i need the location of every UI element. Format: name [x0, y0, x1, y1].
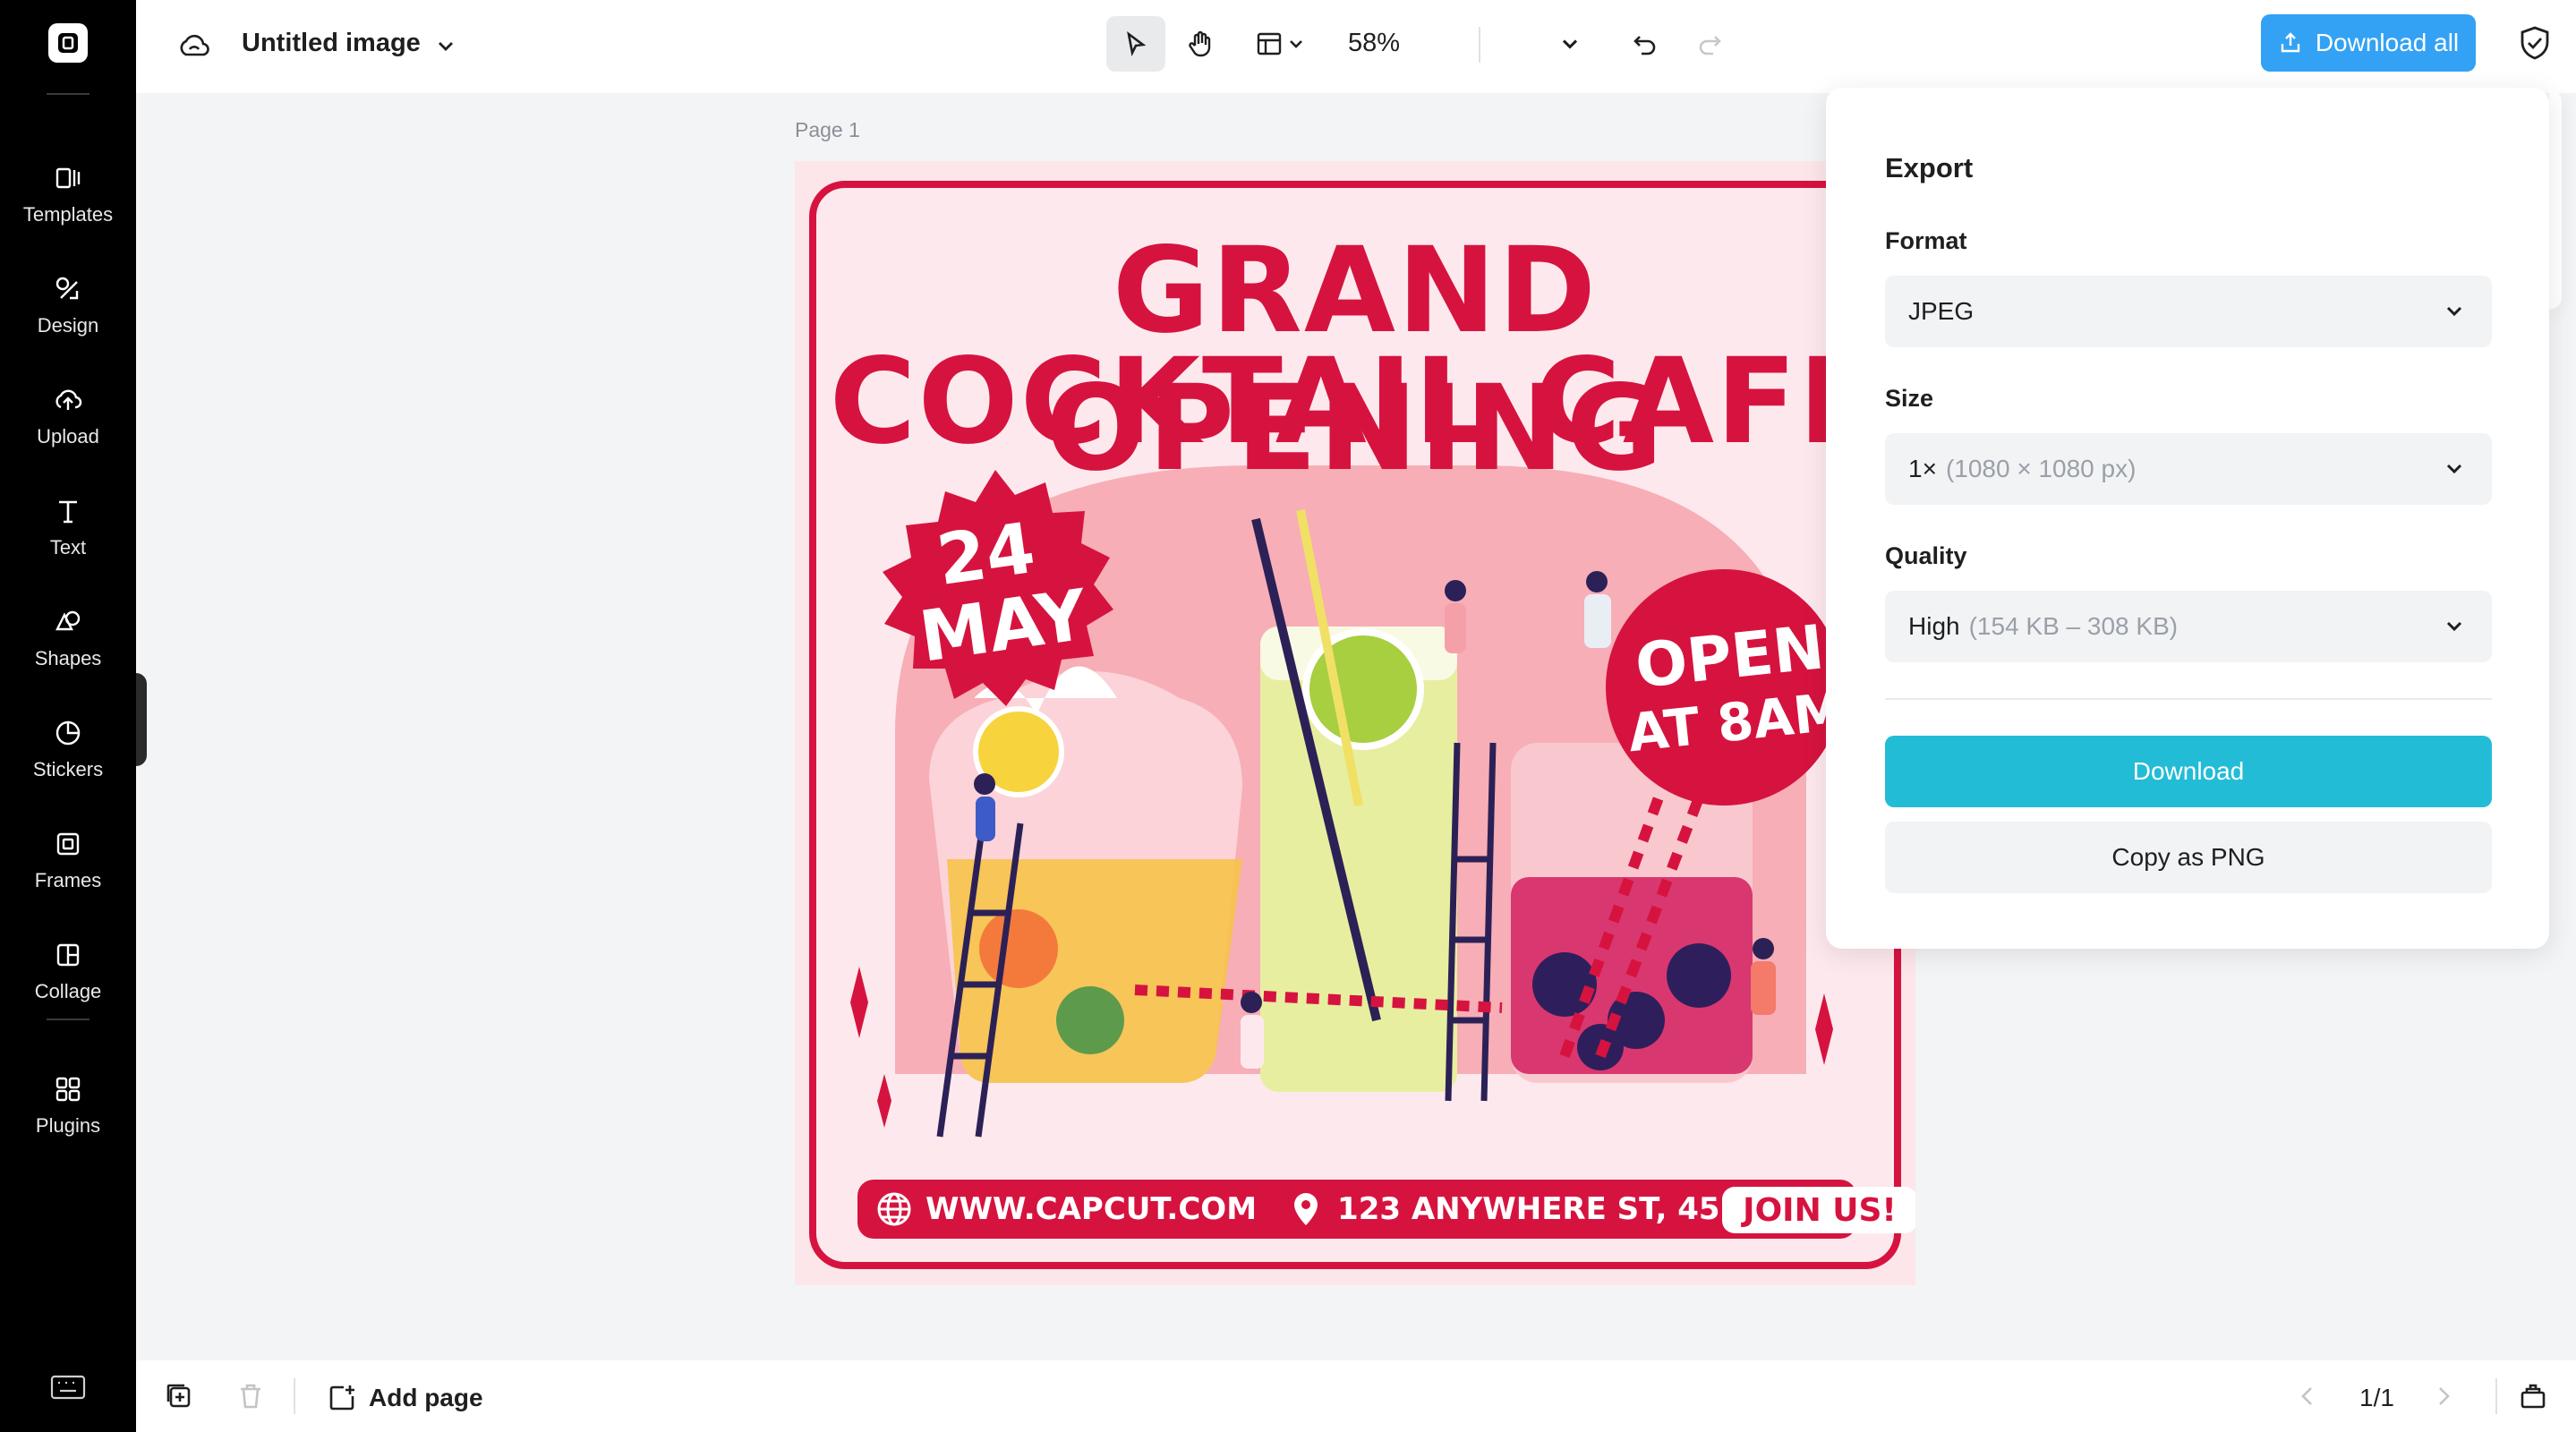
export-panel: Export Format JPEG Size 1× (1080 × 1080 … [1826, 88, 2549, 949]
add-page-button[interactable]: Add page [326, 1382, 483, 1414]
download-all-button[interactable]: Download all [2261, 14, 2476, 72]
add-page-icon [329, 1385, 354, 1411]
sidebar-item-shapes[interactable]: Shapes [0, 589, 136, 687]
plugins-icon [55, 1077, 81, 1102]
sidebar-item-design[interactable]: Design [0, 256, 136, 354]
page-counter: 1/1 [2359, 1384, 2394, 1411]
sidebar-divider [47, 93, 90, 95]
quality-value: High [1908, 612, 1960, 640]
hand-tool-button[interactable] [1173, 16, 1228, 72]
redo-icon [1699, 36, 1721, 55]
text-icon [59, 500, 77, 524]
add-page-label: Add page [369, 1384, 483, 1411]
templates-icon [55, 167, 81, 189]
cursor-icon [1127, 30, 1147, 57]
size-select[interactable]: 1× (1080 × 1080 px) [1885, 433, 2492, 505]
chevron-down-icon [2446, 306, 2462, 317]
logo-icon [58, 33, 78, 53]
redo-button[interactable] [1685, 16, 1735, 72]
quality-label: Quality [1885, 542, 1967, 569]
bottom-bar: Add page 1/1 [136, 1360, 2576, 1432]
sidebar-divider [47, 1019, 90, 1020]
sidebar-item-stickers[interactable]: Stickers [0, 700, 136, 798]
copy-as-png-button[interactable]: Copy as PNG [1885, 822, 2492, 893]
shapes-icon [55, 610, 81, 631]
sidebar-item-label: Frames [34, 869, 102, 891]
sidebar-item-label: Templates [22, 203, 114, 226]
poster-canvas[interactable]: 24 MAY OPEN AT 8AM GRAND OPENING COCKTAI… [795, 161, 1915, 1285]
poster-cta-pill: JOIN US! [1722, 1187, 1915, 1233]
chevron-down-icon [1290, 40, 1302, 48]
layout-menu-button[interactable] [1242, 16, 1318, 72]
select-tool-button[interactable] [1106, 16, 1165, 72]
frames-icon [56, 832, 80, 856]
undo-button[interactable] [1620, 16, 1670, 72]
design-icon [55, 277, 79, 300]
chevron-down-icon [2446, 464, 2462, 474]
hand-icon [1189, 30, 1211, 57]
layers-panel-icon[interactable] [2517, 1380, 2549, 1412]
chevron-down-icon [2446, 621, 2462, 632]
sidebar-item-label: Design [37, 314, 99, 337]
size-value: 1× [1908, 455, 1937, 482]
poster-info-bar: WWW.CAPCUT.COM 123 ANYWHERE ST, 45 JOIN … [857, 1180, 1915, 1239]
download-button[interactable]: Download [1885, 736, 2492, 807]
export-panel-divider [1885, 698, 2492, 700]
trash-icon[interactable] [235, 1380, 267, 1412]
poster-cta-text: JOIN US! [1743, 1191, 1897, 1229]
sidebar-item-frames[interactable]: Frames [0, 811, 136, 909]
location-pin-icon [1294, 1193, 1318, 1225]
bottom-bar-divider [2495, 1378, 2497, 1414]
sidebar-item-label: Plugins [35, 1114, 101, 1137]
sidebar-collapse-handle[interactable] [136, 673, 147, 766]
bottom-bar-divider [294, 1378, 295, 1414]
globe-icon [877, 1192, 911, 1226]
panel-edge [2549, 90, 2562, 310]
sidebar-item-plugins[interactable]: Plugins [0, 1056, 136, 1155]
export-icon [2281, 32, 2300, 53]
undo-icon [1633, 36, 1656, 55]
format-label: Format [1885, 227, 1967, 254]
duplicate-page-icon[interactable] [163, 1380, 195, 1412]
top-bar: Untitled image 58% Download all [136, 0, 2576, 93]
next-page-icon[interactable] [2427, 1380, 2460, 1412]
shield-check-icon[interactable] [2515, 23, 2555, 63]
download-all-label: Download all [2315, 29, 2460, 56]
poster-address-text: 123 ANYWHERE ST, 45 [1337, 1191, 1720, 1227]
quality-select[interactable]: High (154 KB – 308 KB) [1885, 591, 2492, 662]
poster-title-line2: COCKTAIL CAFE [829, 333, 1881, 471]
export-panel-title: Export [1885, 152, 1974, 183]
size-detail: (1080 × 1080 px) [1945, 455, 2137, 482]
format-value: JPEG [1908, 297, 1975, 325]
toolbar-divider [1479, 27, 1480, 63]
sidebar-item-templates[interactable]: Templates [0, 145, 136, 243]
left-sidebar: Templates Design Upload Text Shapes Stic… [0, 0, 136, 1432]
sidebar-item-label: Shapes [34, 647, 102, 669]
page-label: Page 1 [795, 118, 860, 141]
collage-icon [56, 943, 80, 967]
layout-icon [1257, 32, 1282, 55]
upload-icon [55, 389, 82, 410]
poster-website-text: WWW.CAPCUT.COM [925, 1191, 1258, 1227]
sidebar-item-text[interactable]: Text [0, 478, 136, 576]
capcut-logo[interactable] [48, 23, 88, 63]
sidebar-item-label: Text [49, 536, 87, 558]
cloud-sync-icon[interactable] [175, 27, 213, 64]
quality-detail: (154 KB – 308 KB) [1968, 612, 2179, 640]
sidebar-item-label: Upload [37, 425, 99, 448]
stickers-icon [55, 720, 81, 746]
format-select[interactable]: JPEG [1885, 276, 2492, 347]
size-label: Size [1885, 385, 1934, 412]
sidebar-item-upload[interactable]: Upload [0, 367, 136, 465]
zoom-level[interactable]: 58% [1348, 29, 1400, 58]
chevron-down-icon[interactable] [431, 32, 460, 61]
sidebar-item-label: Collage [34, 980, 102, 1002]
document-title[interactable]: Untitled image [242, 29, 421, 58]
zoom-dropdown-button[interactable] [1552, 16, 1588, 72]
previous-page-icon[interactable] [2291, 1380, 2324, 1412]
sidebar-item-label: Stickers [32, 758, 104, 780]
sidebar-item-collage[interactable]: Collage [0, 922, 136, 1020]
chevron-down-icon [1562, 39, 1578, 49]
keyboard-icon[interactable] [50, 1375, 86, 1400]
